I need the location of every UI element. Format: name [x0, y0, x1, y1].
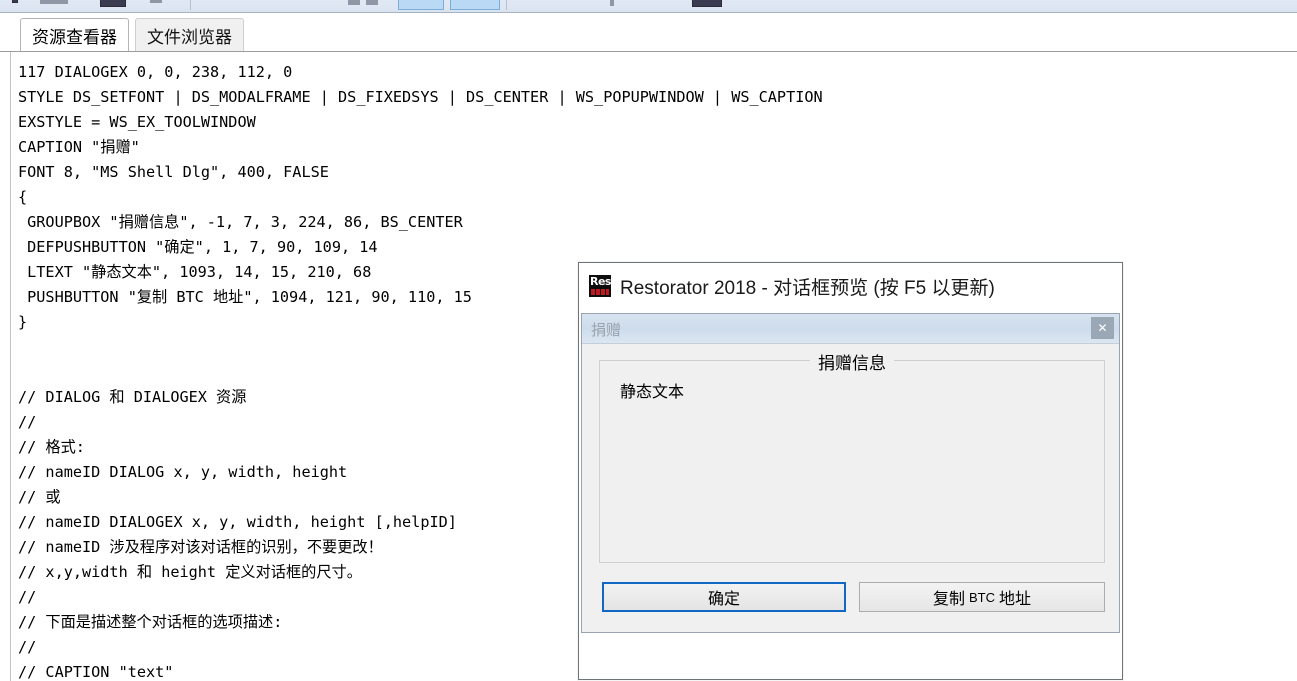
toolbar-separator-1	[190, 0, 191, 10]
dialog-preview-window[interactable]: Res Restorator 2018 - 对话框预览 (按 F5 以更新) 捐…	[578, 262, 1123, 680]
static-text-control: 静态文本	[620, 384, 685, 401]
groupbox-label: 捐赠信息	[810, 349, 894, 374]
ok-button-label: 确定	[707, 591, 740, 608]
save-icon[interactable]	[100, 0, 126, 7]
preview-window-title: Restorator 2018 - 对话框预览 (按 F5 以更新)	[620, 277, 995, 299]
editor-gutter	[0, 52, 11, 681]
tab-file-browser-label: 文件浏览器	[147, 27, 232, 47]
tab-file-browser[interactable]: 文件浏览器	[135, 18, 244, 51]
restorator-icon-bar-2	[596, 289, 600, 295]
donation-info-groupbox: 捐赠信息 静态文本	[599, 349, 1105, 563]
preview-window-titlebar: Res Restorator 2018 - 对话框预览 (按 F5 以更新)	[579, 263, 1122, 309]
copy-button-label-prefix: 复制	[932, 591, 965, 608]
cut-icon[interactable]	[348, 0, 360, 5]
copy-button-label-btc: BTC	[969, 589, 995, 605]
preview-icon[interactable]	[398, 0, 444, 10]
copy-button-label-suffix: 地址	[999, 591, 1032, 608]
grip-icon[interactable]	[610, 0, 614, 6]
copy-btc-address-button[interactable]: 复制 BTC 地址	[859, 582, 1105, 612]
ok-button[interactable]: 确定	[602, 582, 846, 612]
restorator-icon-bar-1	[591, 289, 595, 295]
tab-resource-viewer[interactable]: 资源查看器	[20, 18, 129, 51]
arrow-down-icon[interactable]	[150, 0, 162, 3]
main-toolbar[interactable]	[0, 0, 1297, 13]
close-icon[interactable]: ✕	[1091, 317, 1114, 339]
copy-icon[interactable]	[366, 0, 378, 5]
previewed-dialog[interactable]: 捐赠 ✕ 捐赠信息 静态文本 确定 复制 BTC 地址	[581, 313, 1120, 633]
previewed-dialog-titlebar: 捐赠 ✕	[582, 314, 1119, 344]
restorator-icon-bar-3	[601, 289, 605, 295]
new-icon[interactable]	[12, 0, 18, 3]
restorator-icon-label: Res	[590, 275, 611, 288]
open-icon[interactable]	[40, 0, 68, 4]
tab-resource-viewer-label: 资源查看器	[32, 27, 117, 47]
toolbar-separator-2	[506, 0, 507, 10]
previewed-dialog-title: 捐赠	[591, 322, 622, 339]
dialog-preview-icon[interactable]	[450, 0, 500, 10]
tab-strip: 资源查看器 文件浏览器	[0, 13, 1297, 51]
restorator-icon-bar-4	[606, 289, 609, 295]
restorator-app-icon: Res	[589, 275, 611, 297]
monitor-icon[interactable]	[692, 0, 722, 7]
